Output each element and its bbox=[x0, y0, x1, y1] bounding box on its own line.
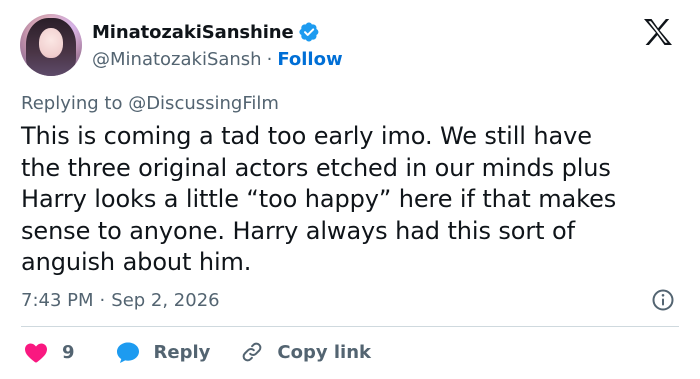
heart-icon bbox=[25, 343, 47, 363]
x-logo-icon[interactable] bbox=[643, 18, 673, 46]
tweet-body-line: This is coming a tad too early imo. We s… bbox=[21, 122, 592, 150]
author-handle[interactable]: @MinatozakiSansh bbox=[92, 49, 262, 70]
reply-label: Reply bbox=[153, 341, 211, 363]
handle-separator: · bbox=[266, 48, 273, 70]
avatar-face bbox=[39, 28, 63, 58]
tweet-body-line: sense to anyone. Harry always had this s… bbox=[21, 216, 575, 245]
divider bbox=[21, 326, 679, 327]
copy-link-button[interactable]: Copy link bbox=[240, 340, 371, 364]
tweet-body-line: the three original actors etched in our … bbox=[21, 153, 611, 182]
like-count: 9 bbox=[62, 341, 75, 363]
author-name-row: MinatozakiSanshine bbox=[92, 19, 320, 45]
tweet-body-line: anguish about him. bbox=[21, 248, 252, 276]
info-icon[interactable] bbox=[651, 288, 675, 312]
author-display-name[interactable]: MinatozakiSanshine bbox=[92, 22, 294, 43]
timestamp-row[interactable]: 7:43 PM · Sep 2, 2026 bbox=[21, 288, 220, 312]
reply-context[interactable]: Replying to @DiscussingFilm bbox=[21, 93, 279, 114]
avatar[interactable] bbox=[20, 14, 82, 76]
copy-link-label: Copy link bbox=[277, 341, 371, 363]
post-date[interactable]: Sep 2, 2026 bbox=[111, 290, 219, 311]
verified-badge-icon bbox=[299, 22, 319, 42]
reply-button[interactable]: Reply bbox=[115, 340, 211, 364]
follow-button[interactable]: Follow bbox=[277, 49, 342, 70]
tweet-card: MinatozakiSanshine @MinatozakiSansh · Fo… bbox=[0, 0, 700, 379]
like-button[interactable]: 9 bbox=[21, 340, 75, 364]
post-time[interactable]: 7:43 PM bbox=[21, 290, 94, 311]
speech-bubble-icon bbox=[116, 342, 139, 363]
tweet-body-line: Harry looks a little “too happy” here if… bbox=[21, 185, 617, 213]
action-bar: 9 Reply Copy link bbox=[21, 337, 371, 367]
link-icon bbox=[243, 342, 262, 362]
timestamp-separator: · bbox=[99, 289, 106, 311]
author-handle-row: @MinatozakiSansh · Follow bbox=[92, 47, 343, 71]
tweet-body: This is coming a tad too early imo. We s… bbox=[21, 121, 681, 279]
